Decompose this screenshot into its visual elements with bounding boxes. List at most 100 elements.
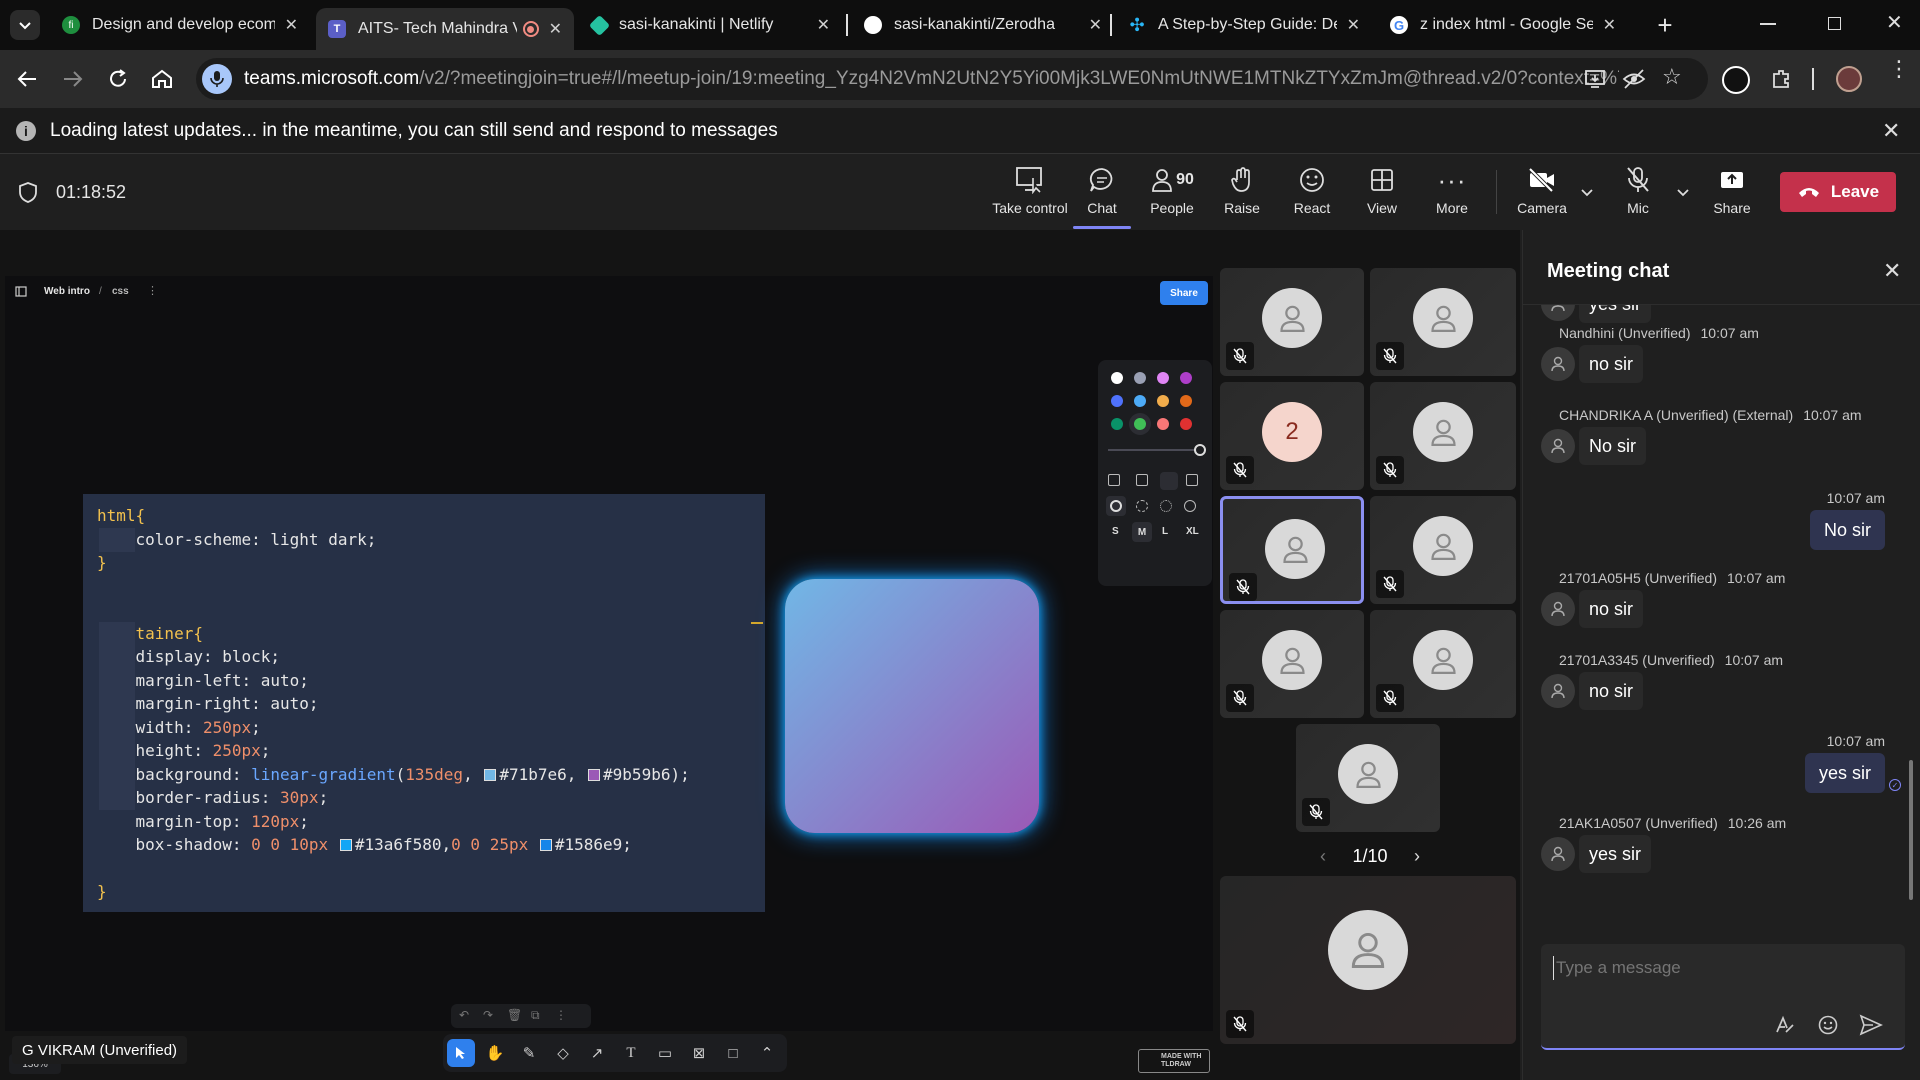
whiteboard-share-button[interactable]: Share bbox=[1160, 281, 1208, 305]
sub-breadcrumb[interactable]: css bbox=[112, 286, 129, 297]
browser-tab-4[interactable]: sasi-kanakinti/Zerodha ✕ bbox=[852, 8, 1114, 42]
home-icon[interactable] bbox=[150, 67, 174, 91]
more-button[interactable]: ··· More bbox=[1412, 164, 1492, 224]
close-tab-icon[interactable]: ✕ bbox=[549, 19, 562, 39]
mic-button[interactable]: Mic bbox=[1598, 164, 1678, 224]
message-input[interactable] bbox=[1553, 956, 1883, 980]
size-xl-option[interactable]: XL bbox=[1186, 526, 1199, 537]
chat-button[interactable]: Chat bbox=[1062, 164, 1142, 229]
chat-scrollbar[interactable] bbox=[1909, 760, 1913, 900]
back-icon[interactable] bbox=[16, 68, 38, 90]
reload-icon[interactable] bbox=[106, 67, 130, 91]
opacity-slider[interactable] bbox=[1108, 444, 1206, 456]
participant-tile[interactable] bbox=[1220, 268, 1364, 376]
participant-tile[interactable] bbox=[1220, 496, 1364, 604]
fill-solid-icon[interactable] bbox=[1160, 472, 1178, 490]
close-tab-icon[interactable]: ✕ bbox=[817, 15, 830, 35]
fill-none-icon[interactable] bbox=[1108, 474, 1120, 486]
browser-tab-6[interactable]: G z index html - Google Sear ✕ bbox=[1378, 8, 1628, 42]
sidebar-toggle-icon[interactable] bbox=[15, 286, 27, 297]
message-compose-box[interactable] bbox=[1541, 944, 1905, 1050]
eye-off-icon[interactable] bbox=[1622, 68, 1646, 90]
dash-dashed-icon[interactable] bbox=[1136, 500, 1148, 512]
participant-tile[interactable] bbox=[1296, 724, 1440, 832]
size-m-option[interactable]: M bbox=[1132, 522, 1152, 542]
color-swatch[interactable] bbox=[1134, 395, 1146, 407]
raise-hand-button[interactable]: Raise bbox=[1202, 164, 1282, 224]
microphone-permission-icon[interactable] bbox=[202, 64, 232, 94]
redo-icon[interactable]: ↷ bbox=[483, 1008, 493, 1022]
arrow-tool-icon[interactable]: ↗ bbox=[583, 1039, 611, 1067]
close-window-button[interactable]: ✕ bbox=[1886, 10, 1903, 35]
page-breadcrumb[interactable]: Web intro bbox=[44, 286, 90, 297]
format-text-icon[interactable] bbox=[1773, 1014, 1795, 1036]
next-page-icon[interactable]: › bbox=[1414, 846, 1420, 867]
duplicate-icon[interactable]: ⧉ bbox=[531, 1008, 540, 1023]
close-tab-icon[interactable]: ✕ bbox=[285, 15, 298, 35]
close-chat-icon[interactable]: ✕ bbox=[1883, 258, 1901, 284]
camera-options-chevron-icon[interactable] bbox=[1580, 188, 1594, 198]
share-screen-button[interactable]: Share bbox=[1692, 164, 1772, 224]
size-s-option[interactable]: S bbox=[1112, 526, 1119, 537]
breadcrumb-menu-icon[interactable]: ⋮ bbox=[147, 284, 158, 297]
close-tab-icon[interactable]: ✕ bbox=[1089, 15, 1102, 35]
participant-tile[interactable] bbox=[1370, 382, 1516, 490]
participant-tile[interactable] bbox=[1370, 610, 1516, 718]
participant-tile[interactable] bbox=[1370, 496, 1516, 604]
color-swatch[interactable] bbox=[1134, 372, 1146, 384]
people-button[interactable]: 90 People bbox=[1132, 164, 1212, 224]
undo-icon[interactable]: ↶ bbox=[459, 1008, 469, 1022]
eraser-tool-icon[interactable]: ◇ bbox=[549, 1039, 577, 1067]
color-swatch[interactable] bbox=[1134, 418, 1146, 430]
browser-tab-1[interactable]: fi Design and develop ecomr ✕ bbox=[50, 8, 310, 42]
browser-tab-3[interactable]: sasi-kanakinti | Netlify ✕ bbox=[580, 8, 842, 42]
rectangle-tool-icon[interactable]: □ bbox=[719, 1039, 747, 1067]
pencil-tool-icon[interactable]: ✎ bbox=[515, 1039, 543, 1067]
tab-search-button[interactable] bbox=[10, 10, 40, 40]
hand-tool-icon[interactable]: ✋ bbox=[481, 1039, 509, 1067]
minimize-button[interactable] bbox=[1760, 23, 1776, 25]
size-l-option[interactable]: L bbox=[1162, 526, 1168, 537]
browser-menu-icon[interactable]: ⋮ bbox=[1888, 58, 1910, 80]
color-swatch[interactable] bbox=[1157, 395, 1169, 407]
color-swatch[interactable] bbox=[1180, 418, 1192, 430]
browser-tab-5[interactable]: ✣ A Step-by-Step Guide: Dep ✕ bbox=[1116, 8, 1372, 42]
profile-icon[interactable] bbox=[1722, 66, 1750, 94]
view-button[interactable]: View bbox=[1342, 164, 1422, 224]
account-avatar[interactable] bbox=[1836, 66, 1862, 92]
address-bar[interactable]: teams.microsoft.com /v2/?meetingjoin=tru… bbox=[196, 58, 1708, 100]
participant-tile[interactable] bbox=[1370, 268, 1516, 376]
emoji-icon[interactable] bbox=[1817, 1014, 1839, 1036]
color-swatch[interactable] bbox=[1180, 395, 1192, 407]
leave-button[interactable]: Leave bbox=[1780, 172, 1896, 212]
participant-tile[interactable]: 2 bbox=[1220, 382, 1364, 490]
color-swatch[interactable] bbox=[1157, 372, 1169, 384]
extensions-icon[interactable] bbox=[1770, 68, 1792, 90]
forward-icon[interactable] bbox=[62, 68, 84, 90]
text-tool-icon[interactable]: T bbox=[617, 1039, 645, 1067]
delete-icon[interactable]: 🗑 bbox=[507, 1008, 522, 1022]
color-swatch[interactable] bbox=[1111, 372, 1123, 384]
dash-solid-icon[interactable] bbox=[1184, 500, 1196, 512]
send-icon[interactable] bbox=[1859, 1014, 1883, 1036]
new-tab-button[interactable]: + bbox=[1650, 10, 1680, 40]
participant-tile[interactable] bbox=[1220, 610, 1364, 718]
note-tool-icon[interactable]: ▭ bbox=[651, 1039, 679, 1067]
expand-tools-icon[interactable]: ⌃ bbox=[753, 1039, 781, 1067]
dash-draw-icon[interactable] bbox=[1106, 496, 1126, 516]
install-app-icon[interactable] bbox=[1584, 68, 1606, 90]
select-tool-icon[interactable] bbox=[447, 1039, 475, 1067]
close-tab-icon[interactable]: ✕ bbox=[1603, 15, 1616, 35]
image-tool-icon[interactable]: ⊠ bbox=[685, 1039, 713, 1067]
mic-options-chevron-icon[interactable] bbox=[1676, 188, 1690, 198]
color-swatch[interactable] bbox=[1111, 395, 1123, 407]
bookmark-star-icon[interactable]: ☆ bbox=[1662, 64, 1682, 90]
camera-button[interactable]: Camera bbox=[1502, 164, 1582, 224]
fill-semi-icon[interactable] bbox=[1136, 474, 1148, 486]
dismiss-info-icon[interactable]: ✕ bbox=[1882, 118, 1900, 144]
color-swatch[interactable] bbox=[1157, 418, 1169, 430]
close-tab-icon[interactable]: ✕ bbox=[1347, 15, 1360, 35]
participant-tile[interactable] bbox=[1220, 876, 1516, 1044]
previous-page-icon[interactable]: ‹ bbox=[1320, 846, 1326, 867]
color-swatch[interactable] bbox=[1180, 372, 1192, 384]
